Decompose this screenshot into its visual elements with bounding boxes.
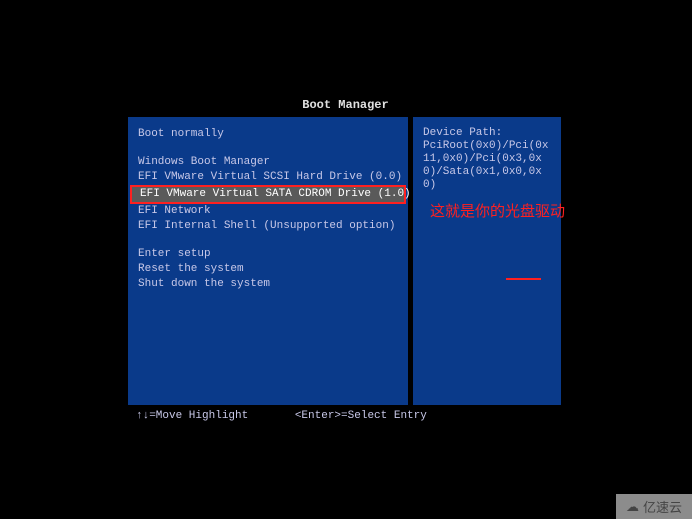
menu-item-shutdown[interactable]: Shut down the system [138, 277, 398, 292]
menu-item-windows-boot-manager[interactable]: Windows Boot Manager [138, 155, 398, 170]
page-title: Boot Manager [128, 98, 563, 112]
cdrom-annotation-text: 这就是你的光盘驱动 [430, 200, 565, 221]
menu-item-boot-normally[interactable]: Boot normally [138, 127, 398, 142]
menu-gap [138, 142, 398, 155]
hint-select-entry: <Enter>=Select Entry [295, 410, 427, 422]
menu-gap [138, 234, 398, 247]
hint-move-highlight: ↑↓=Move Highlight [136, 410, 248, 422]
boot-body: Boot normally Windows Boot Manager EFI V… [128, 117, 563, 405]
device-path-label: Device Path: [423, 127, 551, 140]
menu-item-reset-system[interactable]: Reset the system [138, 262, 398, 277]
menu-item-efi-internal-shell[interactable]: EFI Internal Shell (Unsupported option) [138, 219, 398, 234]
footer-hints: ↑↓=Move Highlight <Enter>=Select Entry [128, 410, 563, 422]
annotation-connector-line [506, 278, 541, 280]
boot-manager-screen: Boot Manager Boot normally Windows Boot … [128, 98, 563, 422]
menu-item-efi-scsi-hd[interactable]: EFI VMware Virtual SCSI Hard Drive (0.0) [138, 170, 398, 185]
cloud-icon: ☁ [626, 499, 639, 515]
menu-item-efi-sata-cdrom[interactable]: EFI VMware Virtual SATA CDROM Drive (1.0… [130, 185, 406, 204]
menu-item-enter-setup[interactable]: Enter setup [138, 247, 398, 262]
watermark-text: 亿速云 [643, 497, 682, 516]
boot-menu-panel: Boot normally Windows Boot Manager EFI V… [128, 117, 408, 405]
device-info-panel: Device Path: PciRoot(0x0)/Pci(0x11,0x0)/… [413, 117, 561, 405]
watermark: ☁ 亿速云 [616, 494, 692, 519]
device-path-value: PciRoot(0x0)/Pci(0x11,0x0)/Pci(0x3,0x0)/… [423, 140, 551, 192]
menu-item-efi-network[interactable]: EFI Network [138, 204, 398, 219]
